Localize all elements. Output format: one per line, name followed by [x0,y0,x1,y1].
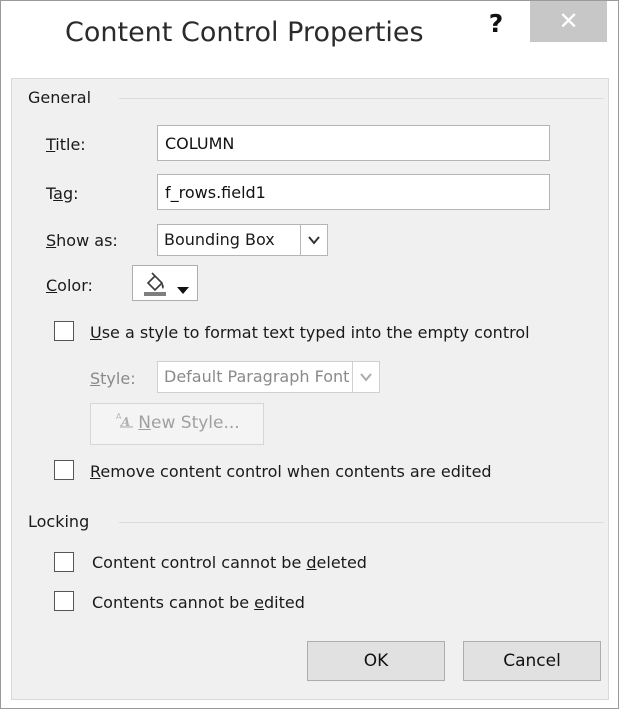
cannot-edit-checkbox[interactable] [54,591,74,611]
dialog-title: Content Control Properties [65,17,424,48]
style-label: Style: [90,369,136,388]
svg-text:A: A [120,415,130,428]
title-label: Title: [46,135,86,154]
content-control-properties-dialog: Content Control Properties ? ✕ General T… [0,0,619,709]
show-as-value: Bounding Box [164,230,275,249]
show-as-select[interactable]: Bounding Box [157,224,328,256]
remove-content-control-checkbox[interactable] [54,460,74,480]
general-section-heading: General [28,88,92,107]
use-style-checkbox[interactable] [54,321,74,341]
close-icon: ✕ [558,7,579,35]
dropdown-arrow-icon [177,280,189,299]
remove-content-control-label: Remove content control when contents are… [90,462,492,481]
color-label: Color: [46,276,93,295]
tag-input[interactable]: f_rows.field1 [157,174,550,210]
tag-label: Tag: [46,184,79,203]
new-style-button[interactable]: A A New Style... [90,403,264,445]
cannot-delete-label: Content control cannot be deleted [92,553,367,572]
show-as-label: Show as: [46,231,118,250]
chevron-down-icon [300,225,327,255]
chevron-down-icon [352,362,379,392]
locking-section-divider [119,522,604,523]
cannot-delete-checkbox[interactable] [54,552,74,572]
general-section-divider [119,98,604,99]
locking-section-heading: Locking [28,512,90,531]
use-style-label: Use a style to format text typed into th… [90,323,530,342]
ok-button[interactable]: OK [307,641,445,681]
paint-bucket-icon [142,271,168,301]
help-button[interactable]: ? [475,3,517,45]
style-value: Default Paragraph Font [164,367,350,386]
color-picker-button[interactable] [132,265,198,301]
title-input[interactable]: COLUMN [157,125,550,161]
title-bar: Content Control Properties ? ✕ [1,1,618,77]
style-select[interactable]: Default Paragraph Font [157,361,380,393]
dialog-body: General Title: COLUMN Tag: f_rows.field1… [11,78,609,700]
cancel-button[interactable]: Cancel [463,641,601,681]
close-button[interactable]: ✕ [530,1,607,42]
new-style-icon: A A [114,404,134,442]
cannot-edit-label: Contents cannot be edited [92,593,305,612]
